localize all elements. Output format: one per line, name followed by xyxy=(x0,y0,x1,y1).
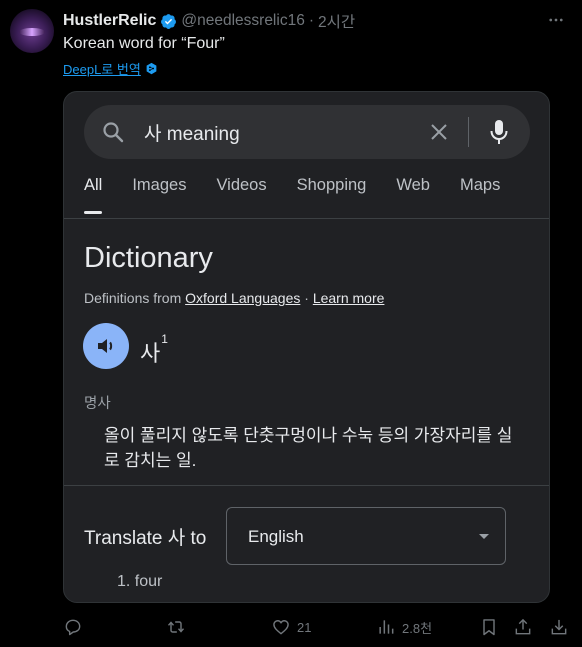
deepl-icon xyxy=(146,62,157,75)
bookmark-icon xyxy=(483,619,495,636)
headword: 사1 xyxy=(140,332,168,368)
heart-icon xyxy=(273,620,289,635)
part-of-speech: 명사 xyxy=(84,396,111,412)
pronunciation-button[interactable] xyxy=(83,323,129,369)
definition-text: 올이 풀리지 않도록 단춧구멍이나 수눅 등의 가장자리를 실로 감치는 일. xyxy=(104,426,513,470)
speaker-icon xyxy=(98,339,113,353)
dictionary-title: Dictionary xyxy=(84,242,213,274)
reply-button[interactable] xyxy=(63,617,89,637)
tab-shopping[interactable]: Shopping xyxy=(297,176,367,206)
tab-all[interactable]: All xyxy=(84,176,103,214)
share-icon xyxy=(515,618,531,635)
verified-badge-icon xyxy=(161,13,177,29)
search-tabs: All Images Videos Shopping Web Maps xyxy=(84,176,500,214)
tweet-time[interactable]: 2시간 xyxy=(318,10,355,32)
headword-text: 사 xyxy=(140,341,161,366)
translation-result: 1. four xyxy=(117,573,163,590)
search-divider xyxy=(468,117,469,147)
avatar[interactable] xyxy=(10,9,54,53)
share-button[interactable] xyxy=(513,617,533,637)
tab-videos[interactable]: Videos xyxy=(216,176,266,206)
source-separator: · xyxy=(304,290,309,306)
views-chart-icon xyxy=(379,620,394,634)
author-name[interactable]: HustlerRelic xyxy=(63,12,156,30)
language-select-value: English xyxy=(248,527,304,546)
tab-images[interactable]: Images xyxy=(132,176,186,206)
tabs-divider xyxy=(64,218,549,219)
translate-link-label[interactable]: DeepL로 번역 xyxy=(63,59,141,78)
headword-superscript: 1 xyxy=(161,331,168,346)
like-button[interactable]: 21 xyxy=(271,617,311,637)
definitions-from-label: Definitions from xyxy=(84,290,182,306)
tab-web[interactable]: Web xyxy=(396,176,430,206)
learn-more-link[interactable]: Learn more xyxy=(313,290,385,306)
repost-icon xyxy=(167,621,185,633)
close-icon[interactable] xyxy=(427,120,451,144)
oxford-languages-link[interactable]: Oxford Languages xyxy=(185,290,300,306)
translate-divider xyxy=(64,485,549,486)
translate-link[interactable]: DeepL로 번역 xyxy=(63,59,158,78)
google-search-bar[interactable]: 사 meaning xyxy=(84,105,530,159)
more-options-icon[interactable] xyxy=(546,10,566,30)
header-separator: · xyxy=(308,12,314,29)
bookmark-button[interactable] xyxy=(479,617,499,637)
dictionary-source: Definitions from Oxford Languages · Lear… xyxy=(84,290,384,306)
tweet-text: Korean word for “Four” xyxy=(63,35,225,52)
download-button[interactable] xyxy=(549,617,569,637)
tweet-media-image[interactable]: 사 meaning All Images Videos Shopping Web… xyxy=(63,91,550,603)
views-count: 2.8천 xyxy=(402,620,433,636)
views-button[interactable]: 2.8천 xyxy=(376,617,432,637)
tweet-actions: 21 2.8천 xyxy=(63,617,573,639)
search-icon xyxy=(103,122,124,143)
like-count: 21 xyxy=(297,619,312,635)
reply-icon xyxy=(65,619,81,636)
microphone-icon[interactable] xyxy=(487,118,511,146)
tweet-header: HustlerRelic @needlessrelic16 · 2시간 xyxy=(63,10,582,32)
repost-button[interactable] xyxy=(166,617,192,637)
dropdown-caret-icon xyxy=(479,534,489,539)
download-icon xyxy=(551,619,567,635)
language-select[interactable]: English xyxy=(226,507,506,565)
avatar-eye xyxy=(19,28,45,36)
author-handle[interactable]: @needlessrelic16 xyxy=(181,12,304,30)
tab-maps[interactable]: Maps xyxy=(460,176,500,206)
search-query[interactable]: 사 meaning xyxy=(144,119,240,146)
translate-label: Translate 사 to xyxy=(84,528,207,549)
